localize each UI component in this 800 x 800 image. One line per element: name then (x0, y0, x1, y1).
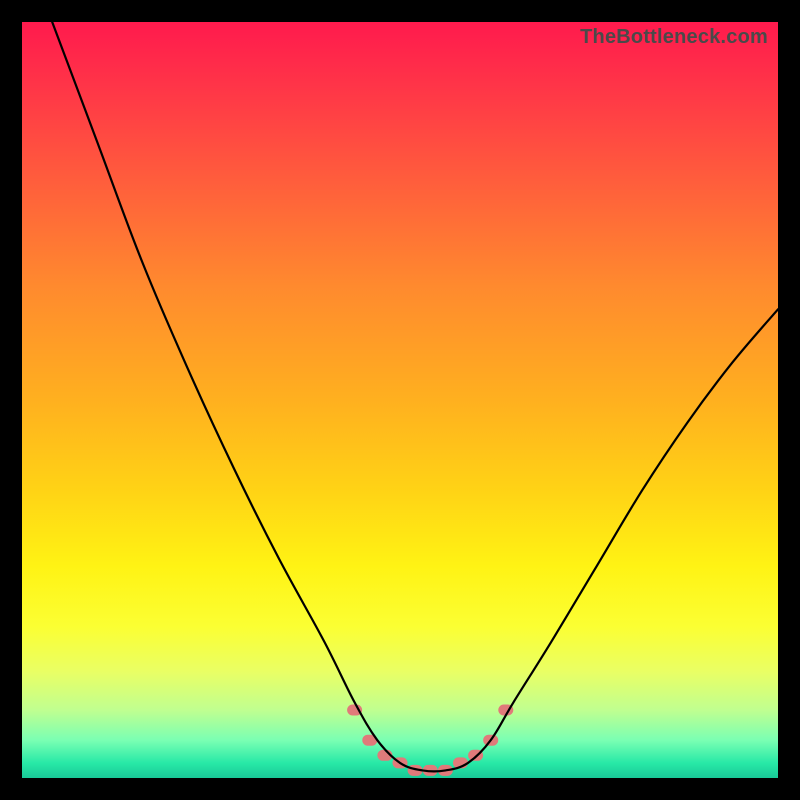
watermark-text: TheBottleneck.com (580, 26, 768, 49)
curve-highlight-markers (353, 710, 508, 770)
chart-frame: TheBottleneck.com (0, 0, 800, 800)
bottleneck-curve-svg (22, 22, 778, 778)
bottleneck-curve-line (52, 22, 778, 771)
plot-area: TheBottleneck.com (22, 22, 778, 778)
